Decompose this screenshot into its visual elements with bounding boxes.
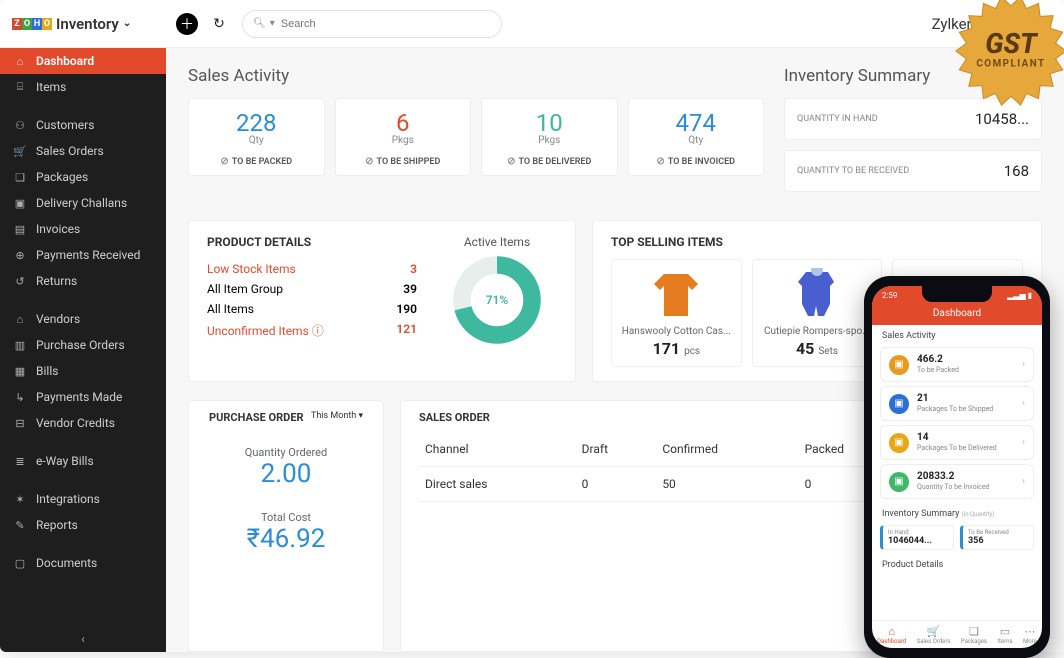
sidebar-icon: ⊕ xyxy=(12,249,28,262)
phone-inventory-cell: To Be Received356 xyxy=(960,525,1034,550)
sidebar-icon: ⌸ xyxy=(12,80,28,94)
purchase-order-metric: Total Cost₹46.92 xyxy=(207,511,365,554)
purchase-order-title: PURCHASE ORDER xyxy=(209,411,304,424)
product-details-row[interactable]: Unconfirmed Items ⓘ121 xyxy=(207,319,417,342)
phone-tab[interactable]: ❏Packages xyxy=(961,625,987,645)
gst-big-text: GST xyxy=(985,27,1039,60)
sidebar-icon: ▣ xyxy=(12,197,28,210)
phone-activity-card[interactable]: ▣ 21Packages To be Shipped › xyxy=(880,386,1034,421)
search-input-wrap[interactable]: 🔍︎ ▾ xyxy=(242,10,502,38)
sales-activity-card[interactable]: 6 Pkgs TO BE SHIPPED xyxy=(335,98,472,176)
sidebar-icon: ⌂ xyxy=(12,55,28,68)
gst-compliant-badge: GST COMPLIANT xyxy=(952,0,1064,110)
sidebar-icon: ✎ xyxy=(12,519,28,532)
sidebar-icon: ▥ xyxy=(12,339,28,352)
sidebar-item-sales-orders[interactable]: 🛒Sales Orders xyxy=(0,138,166,164)
sidebar-item-bills[interactable]: ▦Bills xyxy=(0,358,166,384)
sidebar-item-payments-made[interactable]: ↳Payments Made xyxy=(0,384,166,410)
phone-activity-card[interactable]: ▣ 20833.2Quantity To be Invoiced › xyxy=(880,464,1034,499)
gst-small-text: COMPLIANT xyxy=(976,59,1045,70)
product-details-title: PRODUCT DETAILS xyxy=(207,235,417,249)
phone-inventory-cell: In Hand1046044... xyxy=(880,525,954,550)
sidebar-icon: ✶ xyxy=(12,493,28,506)
app-header: ZOHO Inventory ⌄ ＋ ↻ 🔍︎ ▾ Zylker ⌄ 🔔︎ ⚙ xyxy=(0,0,1064,48)
phone-sales-activity-title: Sales Activity xyxy=(872,325,1042,343)
sidebar-item-dashboard[interactable]: ⌂Dashboard xyxy=(0,48,166,74)
sidebar-icon: ▦ xyxy=(12,365,28,378)
sidebar-item-vendor-credits[interactable]: ⊟Vendor Credits xyxy=(0,410,166,436)
sidebar-item-reports[interactable]: ✎Reports xyxy=(0,512,166,538)
chevron-right-icon: › xyxy=(1022,437,1025,448)
search-input[interactable] xyxy=(281,18,491,30)
purchase-order-panel: PURCHASE ORDER This Month ▾ Quantity Ord… xyxy=(188,400,384,652)
add-button[interactable]: ＋ xyxy=(176,13,198,35)
sidebar-item-e-way-bills[interactable]: ≣e-Way Bills xyxy=(0,448,166,474)
zoho-logo: ZOHO xyxy=(12,18,52,30)
top-selling-item[interactable]: Hanswooly Cotton Cas... 171 pcs xyxy=(611,259,742,367)
phone-tab[interactable]: ▭Items xyxy=(997,625,1012,645)
sidebar-icon: 🛒 xyxy=(12,145,28,158)
sales-activity-card[interactable]: 474 Qty TO BE INVOICED xyxy=(628,98,765,176)
product-details-row[interactable]: All Items190 xyxy=(207,299,417,319)
top-selling-title: TOP SELLING ITEMS xyxy=(611,235,1023,249)
sales-activity-card[interactable]: 10 Pkgs TO BE DELIVERED xyxy=(481,98,618,176)
phone-inventory-summary-title: Inventory Summary (in Quantity) xyxy=(872,503,1042,521)
sidebar-icon: ▢ xyxy=(12,557,28,570)
sidebar-icon: ⊟ xyxy=(12,417,28,430)
phone-activity-card[interactable]: ▣ 466.2To be Packed › xyxy=(880,347,1034,382)
sales-activity-title: Sales Activity xyxy=(188,66,764,86)
sidebar-icon: ❏ xyxy=(12,171,28,184)
top-selling-item[interactable]: Cutiepie Rompers-spo... 45 Sets xyxy=(752,259,883,367)
sidebar-item-documents[interactable]: ▢Documents xyxy=(0,550,166,576)
phone-product-details-title: Product Details xyxy=(872,554,1042,572)
chevron-right-icon: › xyxy=(1022,359,1025,370)
purchase-order-filter[interactable]: This Month ▾ xyxy=(311,411,363,424)
sidebar: ⌂Dashboard⌸Items⚇Customers🛒Sales Orders❏… xyxy=(0,48,166,652)
sidebar-item-returns[interactable]: ↺Returns xyxy=(0,268,166,294)
sidebar-item-customers[interactable]: ⚇Customers xyxy=(0,112,166,138)
product-details-row[interactable]: Low Stock Items3 xyxy=(207,259,417,279)
sidebar-icon: ≣ xyxy=(12,455,28,468)
sidebar-icon: ⚇ xyxy=(12,119,28,132)
product-details-row[interactable]: All Item Group39 xyxy=(207,279,417,299)
sidebar-icon: ↳ xyxy=(12,391,28,404)
app-name: Inventory xyxy=(56,15,119,33)
phone-header: Dashboard xyxy=(872,304,1042,325)
sidebar-icon: ↺ xyxy=(12,275,28,288)
active-items-label: Active Items xyxy=(437,235,557,249)
phone-tab[interactable]: ⋯More xyxy=(1023,625,1037,645)
sidebar-collapse-button[interactable]: ‹ xyxy=(0,626,166,652)
phone-tab[interactable]: ⌂Dashboard xyxy=(877,625,906,645)
sidebar-item-purchase-orders[interactable]: ▥Purchase Orders xyxy=(0,332,166,358)
search-icon: 🔍︎ xyxy=(253,18,266,29)
sidebar-icon: ▤ xyxy=(12,223,28,236)
sidebar-item-packages[interactable]: ❏Packages xyxy=(0,164,166,190)
app-logo[interactable]: ZOHO Inventory ⌄ xyxy=(0,0,166,47)
chevron-right-icon: › xyxy=(1022,476,1025,487)
inventory-summary-row: QUANTITY TO BE RECEIVED168 xyxy=(784,150,1042,192)
purchase-order-metric: Quantity Ordered2.00 xyxy=(207,446,365,489)
phone-tab-bar: ⌂Dashboard 🛒Sales Orders ❏Packages ▭Items ⋯M… xyxy=(872,620,1042,648)
sales-activity-card[interactable]: 228 Qty TO BE PACKED xyxy=(188,98,325,176)
sidebar-item-vendors[interactable]: ⌂Vendors xyxy=(0,306,166,332)
sidebar-item-invoices[interactable]: ▤Invoices xyxy=(0,216,166,242)
sidebar-item-integrations[interactable]: ✶Integrations xyxy=(0,486,166,512)
phone-tab[interactable]: 🛒Sales Orders xyxy=(917,625,951,645)
sidebar-item-payments-received[interactable]: ⊕Payments Received xyxy=(0,242,166,268)
sidebar-item-items[interactable]: ⌸Items xyxy=(0,74,166,100)
active-items-donut: 71% xyxy=(452,255,542,345)
chevron-right-icon: › xyxy=(1022,398,1025,409)
sidebar-item-delivery-challans[interactable]: ▣Delivery Challans xyxy=(0,190,166,216)
product-details-panel: PRODUCT DETAILS Low Stock Items3All Item… xyxy=(188,220,576,382)
chevron-down-icon: ⌄ xyxy=(123,18,131,29)
phone-mockup: 2:59▂▃▅ ▮ Dashboard Sales Activity ▣ 466… xyxy=(864,276,1050,658)
sidebar-icon: ⌂ xyxy=(12,313,28,326)
phone-activity-card[interactable]: ▣ 14Packages To be Delivered › xyxy=(880,425,1034,460)
chevron-down-icon[interactable]: ▾ xyxy=(270,18,275,29)
history-icon[interactable]: ↻ xyxy=(208,13,230,35)
